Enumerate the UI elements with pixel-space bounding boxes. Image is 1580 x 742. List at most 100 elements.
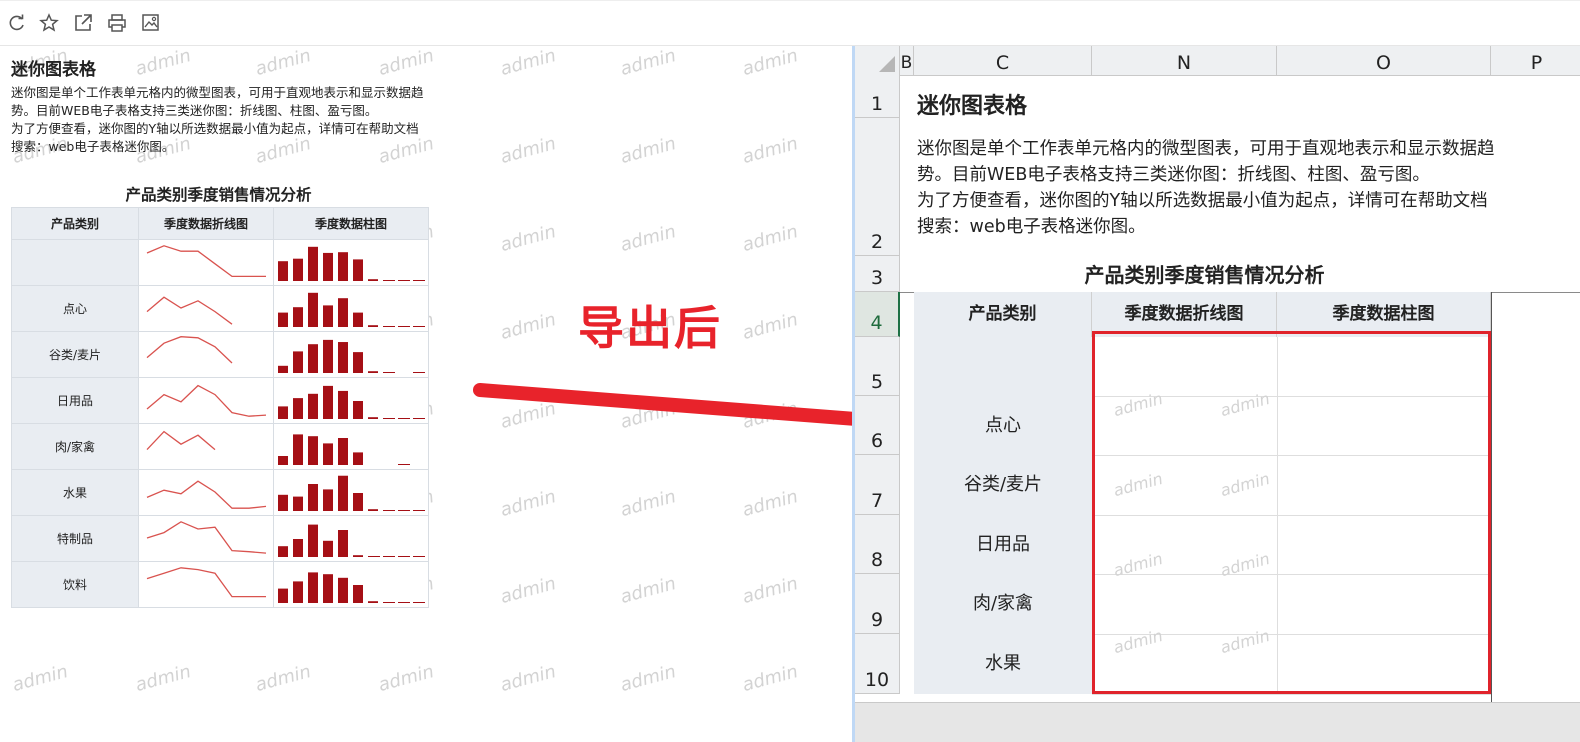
sparkline-bar — [293, 307, 303, 327]
watermark-text: admin — [498, 486, 559, 521]
line-sparkline — [146, 480, 267, 509]
bar-sparkline — [278, 475, 425, 511]
bar-sparkline — [278, 292, 425, 327]
sparkline-bar — [323, 540, 333, 557]
sparkline-bar — [413, 418, 425, 419]
column-o[interactable]: O — [1277, 46, 1491, 76]
page: admin admin admin admin admin admin admin admin… — [0, 0, 1580, 742]
empty-sparkline-highlight — [1092, 331, 1491, 694]
category-cell — [11, 239, 139, 286]
sparkline-bar — [323, 339, 333, 373]
row-1[interactable]: 1 — [855, 76, 900, 118]
sparkline-bar — [398, 326, 410, 327]
bar-sparkline-cell — [273, 331, 429, 378]
sparkline-bar — [293, 351, 303, 373]
bar-sparkline — [278, 385, 425, 419]
watermark-text: admin — [740, 486, 801, 521]
bar-sparkline — [278, 339, 425, 373]
sparkline-bar — [278, 546, 288, 557]
bar-sparkline — [278, 434, 410, 465]
row-6[interactable]: 6 — [855, 396, 900, 455]
row-7[interactable]: 7 — [855, 455, 900, 515]
grid-line — [1092, 694, 1491, 695]
line-sparkline-cell — [138, 515, 274, 562]
table-row: 谷类/麦片 — [11, 331, 429, 378]
sparkline-bar — [368, 325, 378, 327]
watermark-text: admin — [253, 45, 314, 80]
watermark-text: admin — [740, 309, 801, 344]
excel-category-cell[interactable]: 点心 — [914, 396, 1092, 455]
category-cell: 日用品 — [11, 377, 139, 424]
sparkline-bar — [353, 493, 363, 511]
sparkline-bar — [353, 585, 363, 603]
sparkline-bar — [413, 280, 425, 281]
sparkline-table: 产品类别 季度数据折线图 季度数据柱图 点心 谷类/麦片 日用品 肉/家禽 水果 特制品饮… — [11, 207, 429, 608]
sparkline-bar — [278, 494, 288, 511]
description-line-1: 迷你图是单个工作表单元格内的微型图表，可用于直观地表示和显示数据趋势。目前WEB… — [11, 85, 424, 118]
description-line-2: 为了方便查看，迷你图的Y轴以所选数据最小值为起点，详情可在帮助文档搜索：web电… — [11, 121, 419, 154]
bar-sparkline-cell — [273, 515, 429, 562]
star-icon[interactable] — [39, 13, 59, 33]
excel-header-category[interactable]: 产品类别 — [914, 292, 1092, 337]
select-all-corner[interactable] — [855, 46, 900, 76]
sparkline-bar — [338, 390, 348, 419]
watermark-text: admin — [498, 573, 559, 608]
excel-chart-title: 产品类别季度销售情况分析 — [1084, 263, 1325, 287]
column-p[interactable]: P — [1491, 46, 1580, 76]
column-c[interactable]: C — [914, 46, 1092, 76]
row-4[interactable]: 4 — [855, 292, 900, 337]
line-sparkline — [146, 521, 267, 554]
bar-sparkline-cell — [273, 239, 429, 286]
sparkline-bar — [383, 280, 395, 281]
sparkline-path — [146, 384, 267, 417]
sparkline-bar — [398, 602, 410, 603]
external-link-icon[interactable] — [73, 13, 93, 33]
sparkline-bar — [323, 305, 333, 327]
header-bar-chart: 季度数据柱图 — [273, 207, 429, 240]
header-category: 产品类别 — [11, 207, 139, 240]
sparkline-bar — [308, 292, 318, 327]
excel-category-cell[interactable]: 水果 — [914, 634, 1092, 694]
row-3[interactable]: 3 — [855, 256, 900, 292]
row-8[interactable]: 8 — [855, 515, 900, 574]
watermark-text: admin — [618, 661, 679, 696]
sparkline-bar — [398, 510, 410, 511]
watermark-text: admin — [133, 45, 194, 80]
column-b[interactable]: B — [900, 46, 914, 76]
sparkline-path — [146, 336, 233, 364]
category-cell: 水果 — [11, 469, 139, 516]
line-sparkline-cell — [138, 469, 274, 516]
category-cell: 肉/家禽 — [11, 423, 139, 470]
row-9[interactable]: 9 — [855, 574, 900, 634]
excel-description-line-1: 迷你图是单个工作表单元格内的微型图表，可用于直观地表示和显示数据趋势。目前WEB… — [917, 139, 1495, 185]
sparkline-bar — [413, 602, 425, 603]
sparkline-bar — [398, 464, 410, 465]
bar-sparkline-cell — [273, 469, 429, 516]
sparkline-bar — [293, 496, 303, 511]
watermark-text: admin — [740, 221, 801, 256]
status-bar — [855, 702, 1580, 742]
line-sparkline-cell — [138, 561, 274, 608]
bar-sparkline-cell — [273, 377, 429, 424]
excel-category-cell[interactable]: 日用品 — [914, 515, 1092, 574]
sparkline-bar — [278, 365, 288, 373]
print-icon[interactable] — [107, 13, 127, 33]
sparkline-bar — [323, 385, 333, 419]
column-n[interactable]: N — [1092, 46, 1277, 76]
header-line-chart: 季度数据折线图 — [138, 207, 274, 240]
line-sparkline-cell — [138, 377, 274, 424]
excel-category-cell[interactable] — [914, 337, 1092, 396]
excel-category-cell[interactable]: 肉/家禽 — [914, 574, 1092, 634]
image-settings-icon[interactable] — [141, 13, 161, 33]
refresh-icon[interactable] — [7, 13, 27, 33]
sparkline-bar — [338, 342, 348, 373]
bar-sparkline — [278, 246, 425, 281]
export-label: 导出后 — [578, 301, 722, 355]
sparkline-bar — [278, 406, 288, 419]
bar-sparkline — [278, 572, 425, 603]
row-2[interactable]: 2 — [855, 118, 900, 256]
row-5[interactable]: 5 — [855, 337, 900, 396]
excel-category-cell[interactable]: 谷类/麦片 — [914, 455, 1092, 515]
row-10[interactable]: 10 — [855, 634, 900, 694]
sparkline-bar — [368, 509, 378, 511]
